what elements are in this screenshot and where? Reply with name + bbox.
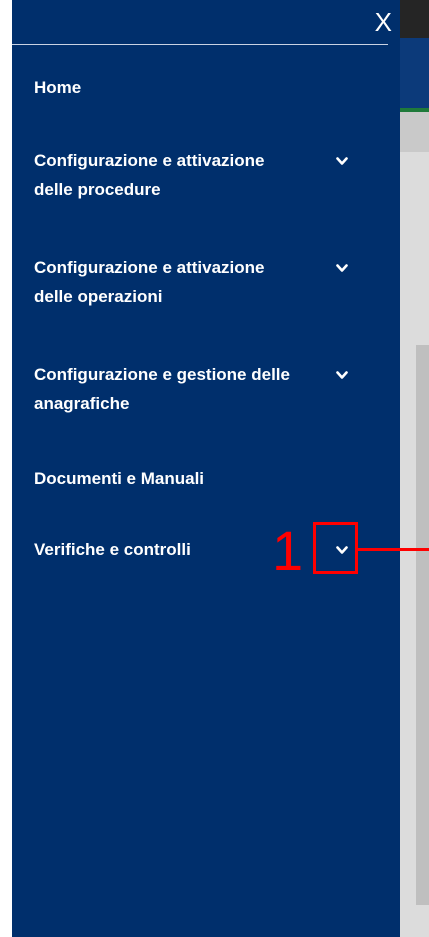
menu-item-operazioni[interactable]: Configurazione e attivazione delle opera… <box>34 253 374 311</box>
background-panel <box>416 345 429 905</box>
annotation-highlight-box <box>313 522 358 574</box>
menu-item-documenti[interactable]: Documenti e Manuali <box>34 464 374 493</box>
menu-item-label: Documenti e Manuali <box>34 469 205 488</box>
menu-item-anagrafiche[interactable]: Configurazione e gestione delle anagrafi… <box>34 360 374 418</box>
background-topbar <box>400 0 429 38</box>
menu-item-label: Configurazione e gestione delle anagrafi… <box>34 365 290 413</box>
annotation-pointer-line <box>358 548 429 551</box>
background-header <box>400 38 429 112</box>
chevron-down-icon[interactable] <box>330 363 354 387</box>
menu-item-procedure[interactable]: Configurazione e attivazione delle proce… <box>34 146 374 204</box>
menu-item-label: Home <box>34 78 82 97</box>
background-band <box>400 112 429 152</box>
sidebar-menu: X Home Configurazione e attivazione dell… <box>12 0 400 937</box>
chevron-down-icon[interactable] <box>330 256 354 280</box>
menu-item-label: Configurazione e attivazione delle opera… <box>34 258 265 306</box>
divider <box>12 44 388 45</box>
menu-item-home[interactable]: Home <box>34 73 374 102</box>
menu-item-label: Configurazione e attivazione delle proce… <box>34 151 265 199</box>
background-page <box>400 0 429 937</box>
chevron-down-icon[interactable] <box>330 149 354 173</box>
close-button[interactable]: X <box>375 8 392 36</box>
menu-item-label: Verifiche e controlli <box>34 540 191 559</box>
annotation-number: 1 <box>272 519 304 582</box>
